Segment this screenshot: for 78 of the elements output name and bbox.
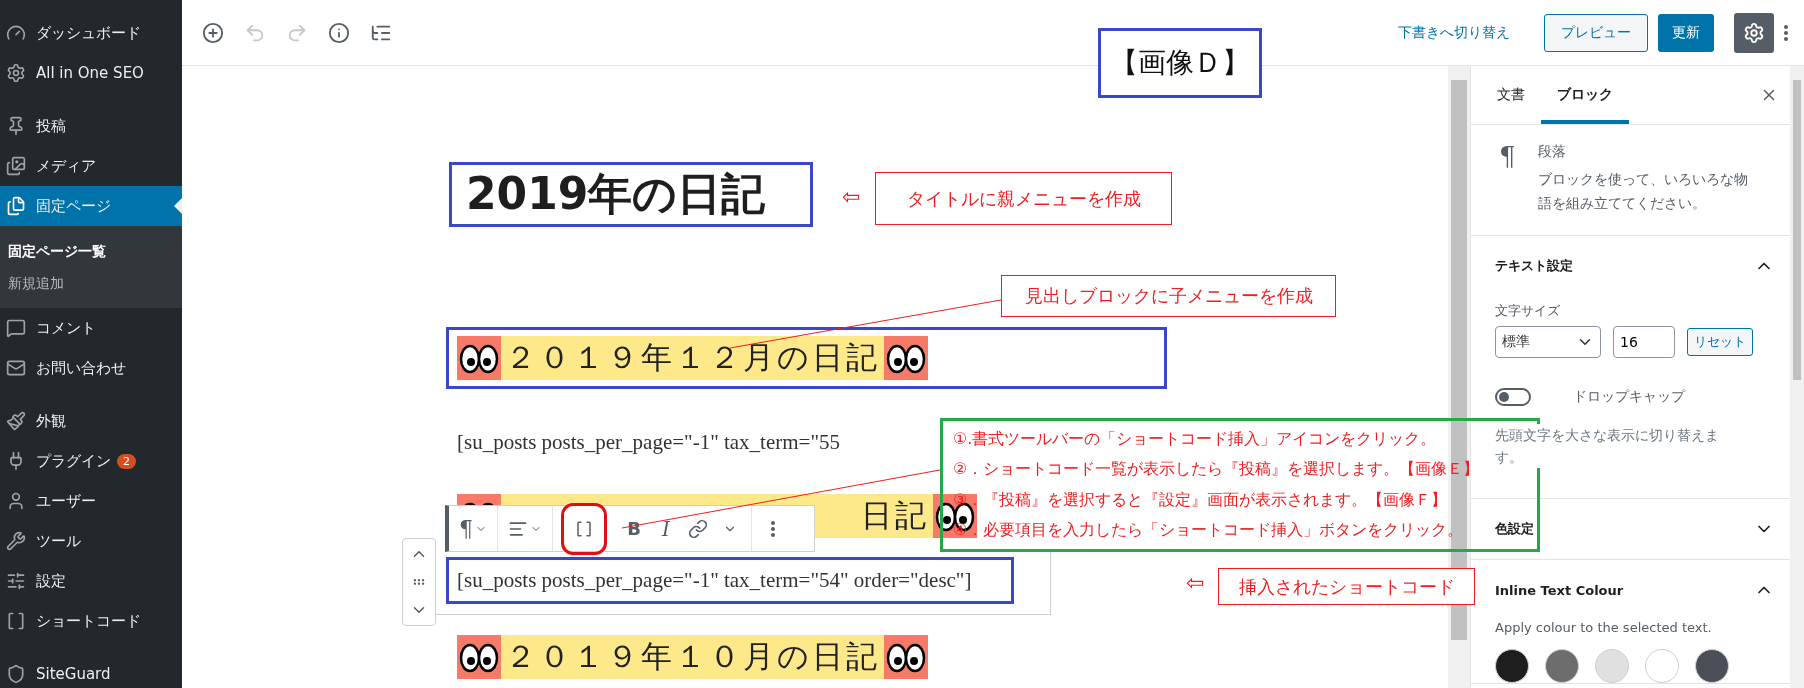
- envelope-icon: [6, 358, 26, 378]
- gear-icon: [1743, 21, 1765, 44]
- color-swatch[interactable]: [1695, 649, 1729, 683]
- section-header[interactable]: Inline Text Colour: [1495, 560, 1774, 620]
- submenu-item[interactable]: 固定ページ一覧: [0, 236, 182, 268]
- person-icon: [6, 491, 26, 511]
- arrow-text: ⇦: [1186, 570, 1205, 595]
- settings-button[interactable]: [1734, 12, 1774, 53]
- link-icon: [688, 518, 708, 539]
- submenu-item[interactable]: 新規追加: [0, 268, 182, 300]
- block-name: 段落: [1537, 143, 1567, 161]
- step-text: ①.書式ツールバーの「ショートコード挿入」アイコンをクリック。: [953, 428, 1437, 450]
- gauge-icon: [6, 23, 26, 43]
- color-swatch[interactable]: [1595, 649, 1629, 683]
- section-header[interactable]: テキスト設定: [1495, 236, 1774, 296]
- step-text: ②．ショートコード一覧が表示したら『投稿』を選択します。【画像Ｅ】: [953, 459, 1480, 481]
- info-icon[interactable]: [328, 21, 350, 44]
- paragraph-button[interactable]: ¶: [455, 510, 491, 547]
- switch-to-draft-link[interactable]: 下書きへ切り替え: [1398, 23, 1510, 42]
- annotation-note: 見出しブロックに子メニューを作成: [1001, 275, 1336, 317]
- block-mover[interactable]: [402, 538, 436, 626]
- toggle-label: ドロップキャップ: [1573, 388, 1685, 406]
- paintbrush-icon: [6, 411, 26, 431]
- pages-icon: [6, 196, 26, 216]
- sidebar-item[interactable]: コメント: [0, 308, 182, 348]
- preview-button[interactable]: プレビュー: [1544, 13, 1648, 52]
- font-size-select[interactable]: 標準: [1495, 326, 1601, 358]
- block-icon: ¶: [1499, 143, 1516, 215]
- sidebar-item[interactable]: お問い合わせ: [0, 348, 182, 388]
- help-text: Apply colour to the selected text.: [1495, 620, 1713, 635]
- section-header[interactable]: 色設定: [1495, 499, 1774, 559]
- color-swatch[interactable]: [1645, 649, 1679, 683]
- sidebar-item[interactable]: 設定: [0, 561, 182, 601]
- images-icon: [6, 156, 26, 176]
- sidebar-item[interactable]: ショートコード: [0, 601, 182, 641]
- annotation-note: タイトルに親メニューを作成: [875, 172, 1172, 225]
- sidebar-item[interactable]: メディア: [0, 146, 182, 186]
- brackets-icon: [6, 611, 26, 631]
- count-badge: 2: [117, 453, 136, 469]
- shortcode-text: [su_posts posts_per_page="-1" tax_term="54" order="desc"]: [457, 568, 972, 593]
- custom-size-field[interactable]: 16: [1613, 326, 1675, 358]
- sidebar-item[interactable]: プラグイン 2: [0, 441, 182, 481]
- sidebar-item[interactable]: 投稿: [0, 106, 182, 146]
- gear-icon: [6, 63, 26, 83]
- page-title[interactable]: 2019年の日記: [466, 165, 766, 224]
- sidebar-item[interactable]: All in One SEO: [0, 53, 182, 93]
- arrow-text: ⇦: [842, 184, 861, 209]
- shield-icon: [6, 664, 26, 684]
- speech-bubble-icon: [6, 318, 26, 338]
- annotation-note: 挿入されたショートコード: [1218, 568, 1475, 605]
- color-swatch[interactable]: [1545, 649, 1579, 683]
- pin-icon: [6, 116, 26, 136]
- step-text: ③．『投稿』を選択すると『設定』画面が表示されます。【画像Ｆ】: [953, 489, 1448, 511]
- image-label: 【画像Ｄ】: [1098, 28, 1262, 98]
- sidebar-item[interactable]: ツール: [0, 521, 182, 561]
- panel-tab[interactable]: ブロック: [1541, 66, 1629, 124]
- sidebar-item[interactable]: ダッシュボード: [0, 13, 182, 53]
- heading-text: ２０１９年１０月の日記: [501, 635, 884, 679]
- more-icon[interactable]: [771, 520, 775, 537]
- sidebar-item[interactable]: ユーザー: [0, 481, 182, 521]
- sliders-icon: [6, 571, 26, 591]
- field-label: 文字サイズ: [1495, 302, 1561, 320]
- wrench-icon: [6, 531, 26, 551]
- heading-text: ２０１９年１２月の日記: [501, 336, 884, 380]
- reset-button[interactable]: リセット: [1687, 328, 1753, 356]
- scrollbar[interactable]: [1790, 66, 1804, 688]
- toggle-switch[interactable]: [1495, 388, 1531, 406]
- panel-tab[interactable]: 文書: [1481, 66, 1541, 124]
- update-button[interactable]: 更新: [1658, 13, 1714, 52]
- block-description: ブロックを使って、いろいろな物語を組み立ててください。: [1537, 170, 1749, 213]
- brackets-icon: [575, 519, 593, 538]
- sidebar-item[interactable]: 外観: [0, 401, 182, 441]
- shortcode-text: [su_posts posts_per_page="-1" tax_term="55: [457, 430, 840, 455]
- sidebar-item[interactable]: SiteGuard: [0, 654, 182, 688]
- more-icon[interactable]: [1784, 24, 1788, 41]
- sidebar-item[interactable]: 固定ページ: [0, 186, 182, 226]
- color-swatch[interactable]: [1495, 649, 1529, 683]
- add-block-icon[interactable]: [202, 21, 224, 44]
